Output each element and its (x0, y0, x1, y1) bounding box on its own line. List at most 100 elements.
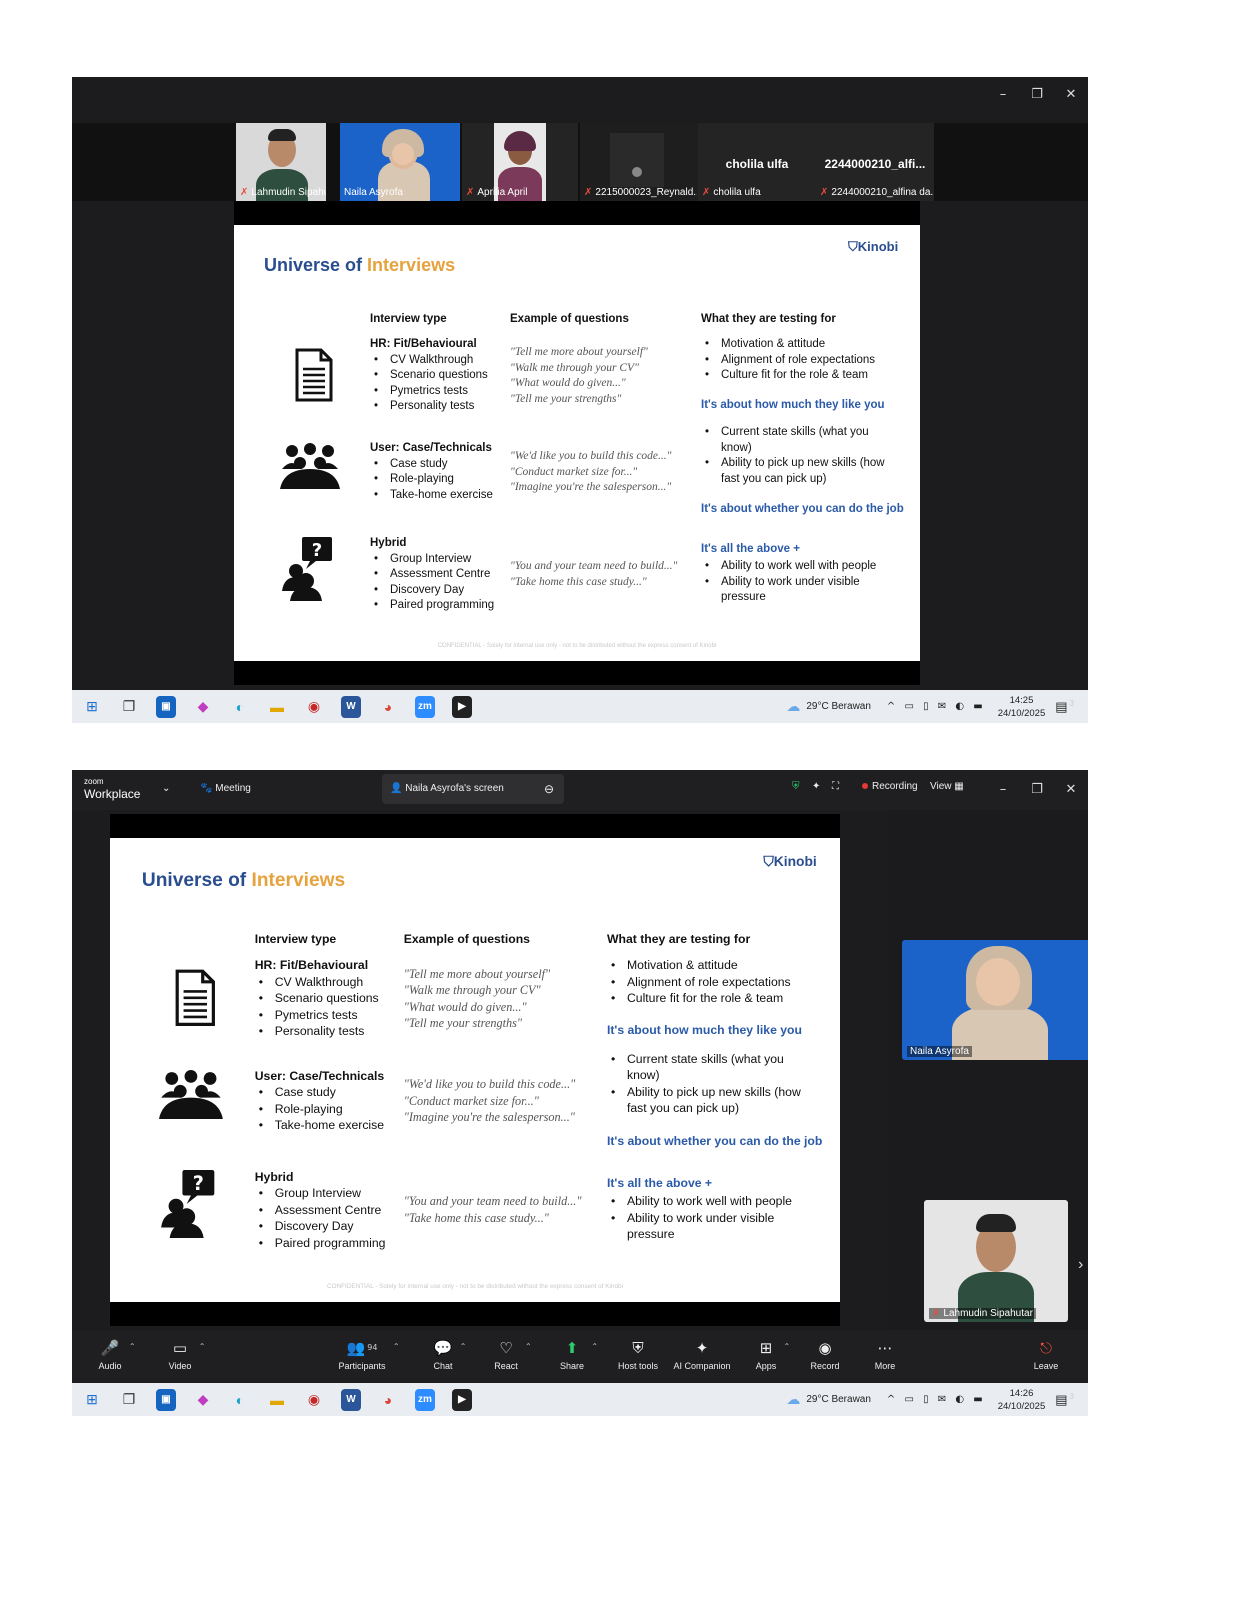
close-button[interactable]: ✕ (1054, 87, 1088, 102)
restore-button[interactable]: ❐ (1020, 782, 1054, 797)
list-item: Scenario questions (370, 368, 488, 384)
testing-headline: It's about whether you can do the job (701, 503, 904, 515)
close-button[interactable]: ✕ (1054, 782, 1088, 797)
participant-tile[interactable]: ✗Lahmudin Sipahutar (236, 123, 326, 201)
more-button[interactable]: ⋯ More (875, 1338, 896, 1371)
testing-headline: It's about whether you can do the job (606, 1133, 823, 1148)
list-item: Ability to work well with people (607, 1193, 809, 1210)
document-icon (174, 968, 217, 1033)
mic-muted-icon: 🎤 (100, 1339, 120, 1357)
fullscreen-icon[interactable]: ⛶ (832, 781, 839, 792)
chevron-right-icon[interactable]: › (1078, 1256, 1083, 1274)
windows-start-icon[interactable]: ⊞ (78, 1389, 106, 1411)
testing-list: Ability to work well with peopleAbility … (607, 1193, 809, 1243)
view-button[interactable]: View ▦ (930, 781, 964, 792)
list-item: Role-playing (370, 472, 493, 488)
question-line: "Conduct market size for..." (510, 465, 638, 478)
record-icon: ◉ (818, 1339, 832, 1357)
clock[interactable]: 14:25 24/10/2025 (998, 694, 1046, 720)
notification-icon[interactable]: ▤ 3 (1055, 1392, 1074, 1408)
store-icon[interactable]: ▣ (156, 695, 176, 718)
copilot-icon[interactable]: ◆ (189, 1389, 217, 1411)
media-player-icon[interactable]: ▶ (452, 1388, 472, 1411)
weather-widget[interactable]: ☁ 29°C Berawan (786, 698, 871, 715)
participant-tile[interactable]: 2244000210_alfi... ✗ 2244000210_alfina da… (816, 123, 934, 201)
chat-button[interactable]: 💬 Chat ⌃ (433, 1338, 466, 1371)
confidential-footer: CONFIDENTIAL - Solely for internal use o… (437, 643, 717, 649)
participant-name: cholila ulfa (713, 187, 761, 198)
restore-button[interactable]: ❐ (1020, 87, 1054, 102)
edge-icon[interactable]: ◐ (226, 1389, 254, 1411)
list-item: Ability to work under visible pressure (701, 575, 891, 606)
zoom-icon[interactable]: zm (415, 1388, 435, 1411)
question-line: "Walk me through your CV" (403, 983, 541, 998)
participant-tile-active[interactable]: Naila Asyrofa (340, 123, 460, 201)
windows-taskbar: ⊞ ❐ ▣ ◆ ◐ ▬ ◉ W ◕ zm ▶ ☁ 29°C Berawan ^ ▭ ▯ ✉ ◐ ▬ 14:2… (72, 1383, 1088, 1416)
sparkle-icon[interactable]: ✦ (812, 781, 820, 792)
notification-icon[interactable]: ▤ 3 (1055, 699, 1074, 715)
participant-tile[interactable]: ✗ Aprilia April (462, 123, 578, 201)
leave-button[interactable]: ⎋ Leave (1034, 1338, 1059, 1371)
list-item: Alignment of role expectations (607, 974, 820, 991)
system-tray[interactable]: ^ ▭ ▯ ✉ ◐ ▬ (887, 701, 986, 712)
store-icon[interactable]: ▣ (156, 1388, 176, 1411)
windows-start-icon[interactable]: ⊞ (78, 696, 106, 718)
group-icon (158, 1069, 223, 1124)
interview-type-heading: Hybrid (370, 537, 407, 549)
share-button[interactable]: ⬆ Share ⌃ (560, 1338, 598, 1371)
ai-companion-button[interactable]: ✦ AI Companion (673, 1338, 730, 1371)
question-line: "Tell me your strengths" (510, 392, 622, 405)
participant-tile[interactable]: ✗ 2215000023_Reynald... (580, 123, 698, 201)
word-icon[interactable]: W (341, 695, 361, 718)
example-questions: "You and your team need to build..." "Tak… (510, 559, 677, 590)
list-item: Personality tests (255, 1023, 379, 1040)
zoom-icon[interactable]: zm (415, 695, 435, 718)
testing-list: Motivation & attitudeAlignment of role e… (701, 337, 901, 384)
speaker-name: Naila Asyrofa (910, 1046, 969, 1057)
video-button[interactable]: ▭ Video ⌃ (169, 1338, 206, 1371)
system-tray[interactable]: ^ ▭ ▯ ✉ ◐ ▬ (887, 1394, 986, 1405)
file-explorer-icon[interactable]: ▬ (263, 696, 291, 718)
shield-check-icon[interactable]: ⛨ (792, 781, 800, 792)
copilot-icon[interactable]: ◆ (189, 696, 217, 718)
host-tools-button[interactable]: ⛨ Host tools (618, 1338, 658, 1371)
word-icon[interactable]: W (341, 1388, 361, 1411)
apps-icon: ⊞ (759, 1339, 773, 1357)
column-header-questions: Example of questions (403, 931, 530, 946)
weather-widget[interactable]: ☁ 29°C Berawan (786, 1391, 871, 1408)
task-view-icon[interactable]: ❐ (115, 1389, 143, 1411)
speaker-video[interactable]: ✗ Lahmudin Sipahutar (924, 1200, 1068, 1322)
window-controls: – ❐ ✕ (986, 77, 1088, 111)
record-button[interactable]: ◉ Record (810, 1338, 839, 1371)
chrome-icon[interactable]: ◕ (374, 1389, 402, 1411)
chevron-down-icon[interactable]: ⌄ (162, 783, 170, 794)
list-item: Discovery Day (370, 583, 494, 599)
mic-muted-icon: ✗ (584, 187, 593, 198)
shared-screen: Universe of Interviews ⛉Kinobi Interview t… (110, 814, 840, 1326)
clock[interactable]: 14:26 24/10/2025 (998, 1387, 1046, 1413)
recording-indicator[interactable]: Recording (862, 781, 918, 792)
meeting-menu[interactable]: 🐾 Meeting (200, 783, 251, 794)
participant-tile[interactable]: cholila ulfa ✗ cholila ulfa (698, 123, 816, 201)
minimize-button[interactable]: – (986, 782, 1020, 797)
audio-button[interactable]: 🎤 Audio ⌃ (98, 1338, 135, 1371)
react-button[interactable]: ♡ React ⌃ (494, 1338, 532, 1371)
question-line: "We'd like you to build this code..." (403, 1077, 576, 1092)
media-player-icon[interactable]: ▶ (452, 695, 472, 718)
participants-button[interactable]: 👥 94 Participants ⌃ (338, 1338, 399, 1371)
app-red-icon[interactable]: ◉ (300, 696, 328, 718)
file-explorer-icon[interactable]: ▬ (263, 1389, 291, 1411)
share-title-pill[interactable]: 👤 Naila Asyrofa's screen ⊖ (382, 774, 564, 804)
list-item: Motivation & attitude (607, 957, 820, 974)
minimize-button[interactable]: – (986, 87, 1020, 102)
question-line: "What would do given..." (403, 999, 527, 1014)
edge-icon[interactable]: ◐ (226, 696, 254, 718)
chrome-icon[interactable]: ◕ (374, 696, 402, 718)
app-red-icon[interactable]: ◉ (300, 1389, 328, 1411)
document-icon (294, 347, 334, 408)
task-view-icon[interactable]: ❐ (115, 696, 143, 718)
speaker-video[interactable]: Naila Asyrofa (902, 940, 1088, 1060)
mic-muted-icon: ✗ (240, 187, 249, 198)
apps-button[interactable]: ⊞ Apps ⌃ (756, 1338, 791, 1371)
slide: Universe of Interviews ⛉Kinobi Interview t… (110, 838, 840, 1302)
